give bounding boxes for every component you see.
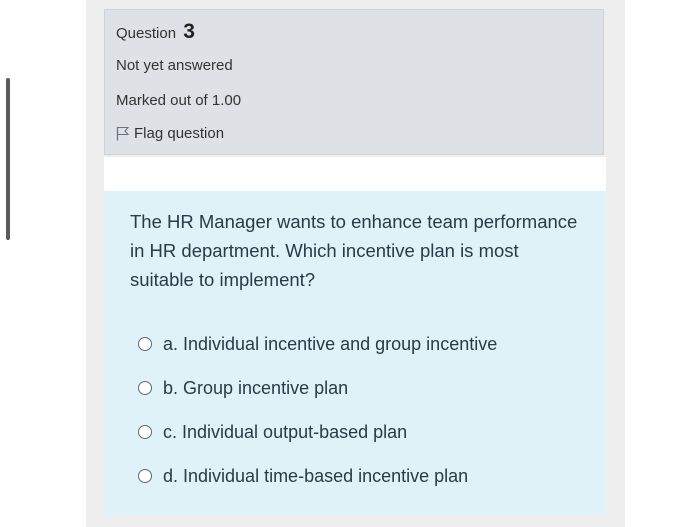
question-content-panel: The HR Manager wants to enhance team per… [104, 191, 606, 515]
question-state: Not yet answered [116, 57, 233, 74]
answer-option-label: a. Individual incentive and group incent… [163, 333, 498, 354]
answer-option-c[interactable]: c. Individual output-based plan [138, 410, 497, 454]
scrollbar-thumb[interactable] [6, 78, 10, 240]
radio-button[interactable] [138, 381, 152, 395]
question-grade: Marked out of 1.00 [116, 92, 242, 109]
answer-option-label: d. Individual time-based incentive plan [163, 465, 469, 486]
answer-option-a[interactable]: a. Individual incentive and group incent… [138, 322, 497, 366]
radio-button[interactable] [138, 425, 152, 439]
answer-options: a. Individual incentive and group incent… [138, 322, 497, 498]
question-number: 3 [183, 20, 195, 43]
question-label: Question [116, 25, 177, 42]
flag-question-link[interactable]: Flag question [116, 125, 224, 142]
answer-option-d[interactable]: d. Individual time-based incentive plan [138, 454, 497, 498]
question-heading: Question 3 [116, 20, 195, 44]
answer-option-b[interactable]: b. Group incentive plan [138, 366, 497, 410]
quiz-page: Question 3 Not yet answered Marked out o… [0, 0, 700, 527]
radio-button[interactable] [138, 469, 152, 483]
flag-question-label: Flag question [134, 125, 225, 142]
question-text: The HR Manager wants to enhance team per… [130, 211, 578, 290]
answer-option-label: c. Individual output-based plan [163, 421, 408, 442]
question-info-panel: Question 3 Not yet answered Marked out o… [104, 9, 604, 155]
radio-button[interactable] [138, 337, 152, 351]
answer-option-label: b. Group incentive plan [163, 377, 349, 398]
flag-icon [116, 126, 129, 141]
panel-separator [104, 157, 606, 191]
